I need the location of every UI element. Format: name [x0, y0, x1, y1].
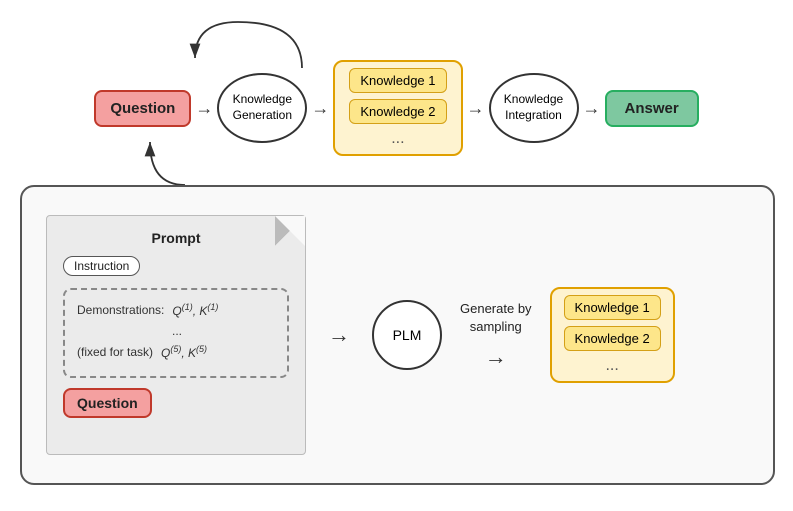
arrow-prompt-plm: →	[324, 322, 354, 348]
question-badge-bottom: Question	[63, 388, 152, 418]
prompt-card: Prompt Instruction Demonstrations: Q(1),…	[46, 215, 306, 455]
knowledge-list-top: Knowledge 1 Knowledge 2 ...	[333, 60, 462, 156]
knowledge-item-1-right: Knowledge 1	[564, 295, 661, 320]
plm-label: PLM	[393, 327, 422, 343]
generate-label: Generate bysampling	[460, 300, 532, 336]
knowledge-dots-top: ...	[349, 130, 446, 148]
knowledge-item-2-right: Knowledge 2	[564, 326, 661, 351]
knowledge-dots-right: ...	[564, 357, 661, 375]
answer-label: Answer	[625, 100, 679, 117]
demonstrations-label: Demonstrations:	[77, 300, 164, 321]
arrow-q-kg: →	[191, 98, 217, 119]
knowledge-gen-oval: KnowledgeGeneration	[217, 73, 307, 143]
question-label-top: Question	[110, 100, 175, 117]
demonstrations-box: Demonstrations: Q(1), K(1) ... (fixed fo…	[63, 288, 289, 378]
knowledge-gen-label: KnowledgeGeneration	[233, 92, 292, 123]
fixed-label: (fixed for task)	[77, 342, 153, 363]
knowledge-list-right: Knowledge 1 Knowledge 2 ...	[550, 287, 675, 383]
demo-dots: ...	[172, 324, 182, 338]
arrow-kg-klist: →	[307, 98, 333, 119]
knowledge-int-oval: KnowledgeIntegration	[489, 73, 579, 143]
prompt-title: Prompt	[63, 230, 289, 246]
knowledge-item-1-top: Knowledge 1	[349, 68, 446, 93]
bottom-panel: Prompt Instruction Demonstrations: Q(1),…	[20, 185, 775, 485]
question-box-top: Question	[94, 90, 191, 127]
knowledge-int-label: KnowledgeIntegration	[504, 92, 563, 123]
arrow-klist-ki: →	[463, 98, 489, 119]
top-row: Question → KnowledgeGeneration → Knowled…	[22, 60, 772, 156]
arrow-plm-knowledge: →	[481, 344, 511, 370]
demo-q1k1: Q(1), K(1)	[172, 300, 218, 321]
arrow-ki-answer: →	[579, 98, 605, 119]
plm-oval: PLM	[372, 300, 442, 370]
demo-q5k5: Q(5), K(5)	[161, 342, 207, 363]
knowledge-item-2-top: Knowledge 2	[349, 99, 446, 124]
instruction-badge: Instruction	[63, 256, 140, 276]
answer-box: Answer	[605, 90, 699, 127]
diagram-container: Question → KnowledgeGeneration → Knowled…	[0, 0, 793, 511]
